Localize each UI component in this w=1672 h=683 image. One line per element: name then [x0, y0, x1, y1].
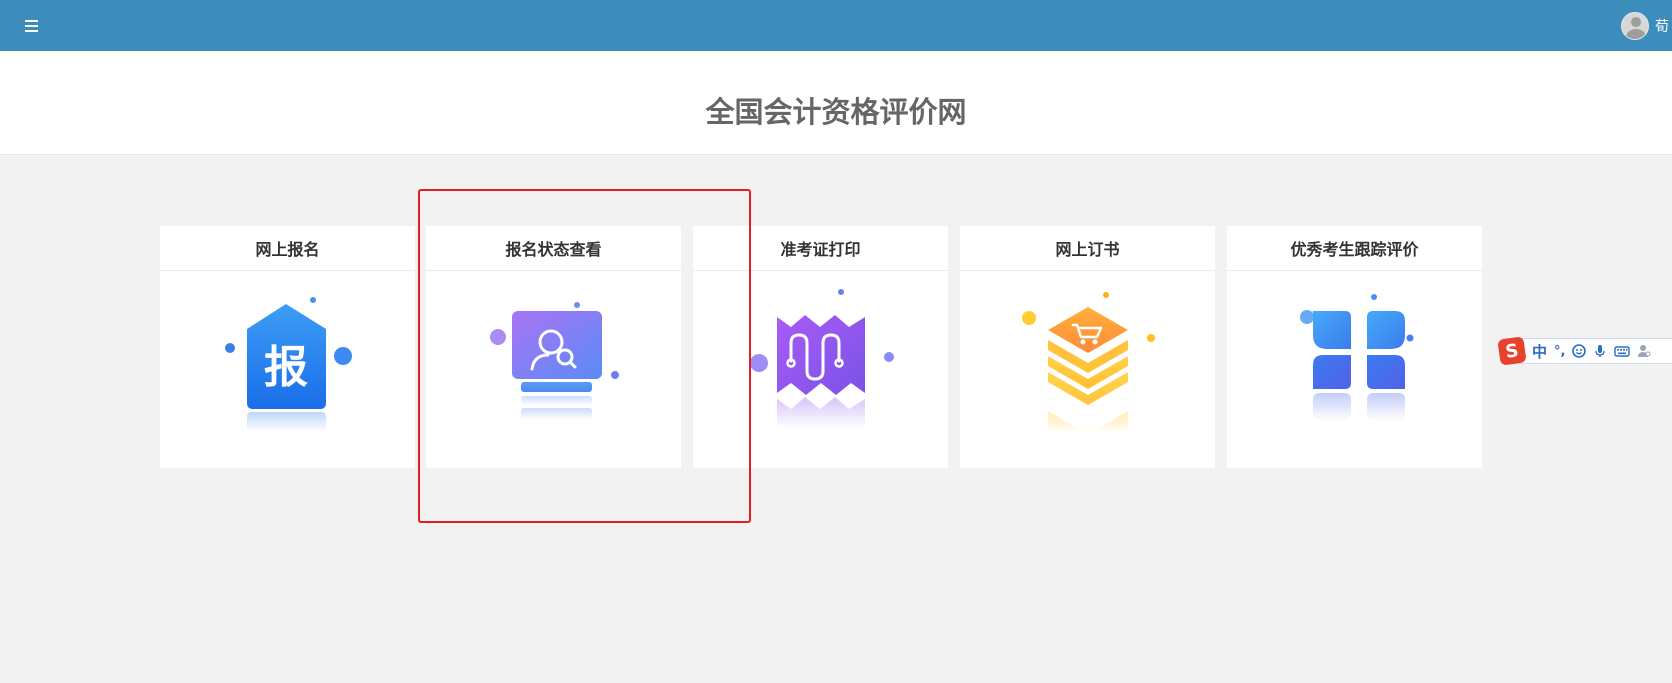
- card-online-registration[interactable]: 网上报名 报: [160, 226, 415, 468]
- top-navbar: 荀: [0, 0, 1672, 51]
- user-avatar-icon[interactable]: [1621, 12, 1649, 40]
- user-settings-icon[interactable]: [1637, 344, 1651, 358]
- user-menu[interactable]: 荀: [1621, 11, 1669, 41]
- ime-toolbar[interactable]: S 中 °,: [1497, 336, 1672, 366]
- card-online-book-order[interactable]: 网上订书: [960, 226, 1215, 468]
- four-petal-icon[interactable]: [1227, 271, 1482, 467]
- highlight-annotation-box: [418, 189, 751, 523]
- keyboard-icon[interactable]: [1614, 344, 1631, 358]
- hamburger-menu-icon[interactable]: [18, 14, 44, 38]
- emoji-icon[interactable]: [1572, 344, 1587, 358]
- ime-mode-toggle[interactable]: 中: [1532, 341, 1547, 362]
- user-name[interactable]: 荀: [1655, 16, 1669, 36]
- svg-text:报: 报: [264, 342, 308, 393]
- register-house-icon[interactable]: 报: [160, 271, 415, 467]
- card-excellent-candidate-evaluation[interactable]: 优秀考生跟踪评价: [1227, 226, 1482, 468]
- card-title[interactable]: 网上订书: [960, 226, 1215, 271]
- ime-punctuation-toggle[interactable]: °,: [1554, 344, 1565, 359]
- page-title: 全国会计资格评价网: [705, 95, 967, 129]
- card-title[interactable]: 优秀考生跟踪评价: [1227, 226, 1482, 271]
- sogou-logo-icon[interactable]: S: [1497, 336, 1527, 366]
- microphone-icon[interactable]: [1593, 344, 1607, 358]
- cart-stack-icon[interactable]: [960, 271, 1215, 467]
- card-title[interactable]: 网上报名: [160, 226, 415, 271]
- title-banner: 全国会计资格评价网: [0, 51, 1672, 155]
